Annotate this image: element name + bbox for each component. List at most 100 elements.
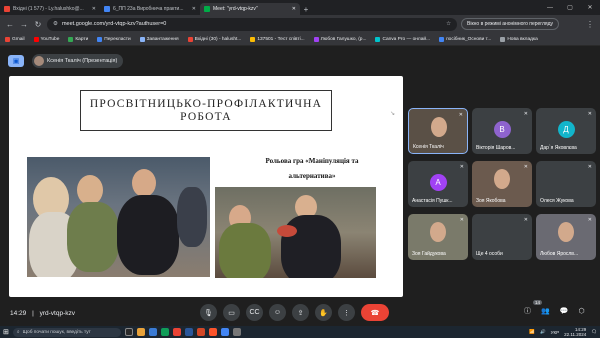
clock[interactable]: 14:29 22.11.2024 xyxy=(564,327,586,337)
present-button[interactable]: ⇪ xyxy=(292,304,309,321)
slide-title: ПРОСВІТНИЦЬКО-ПРОФІЛАКТИЧНА РОБОТА xyxy=(80,90,332,131)
participant-tile[interactable]: В ✕ Вікторія Шаров... xyxy=(472,108,532,154)
mic-muted-icon: ✕ xyxy=(523,111,528,117)
network-icon[interactable]: 📶 xyxy=(529,329,535,335)
raise-hand-button[interactable]: ✋ xyxy=(315,304,332,321)
url-text: meet.google.com/yrd-vtqp-kzv?authuser=0 xyxy=(61,21,167,27)
bookmark-item[interactable]: Карти xyxy=(68,36,88,42)
more-options-button[interactable]: ⋮ xyxy=(338,304,355,321)
back-icon[interactable]: ← xyxy=(5,19,15,29)
bookmark-item[interactable]: Завантаження xyxy=(139,36,179,42)
docs-icon xyxy=(104,6,110,12)
bookmark-item[interactable]: Перекласти xyxy=(97,36,131,42)
avatar: Д xyxy=(557,121,575,138)
tab-label: 6_ПП 23а Виробнича практи... xyxy=(113,6,184,12)
word-icon[interactable] xyxy=(184,328,193,336)
maximize-icon[interactable]: ▢ xyxy=(560,0,580,15)
meet-icon xyxy=(204,6,210,12)
participant-tile[interactable]: ✕ Зоя Гайдукова xyxy=(408,214,468,260)
brave-icon[interactable] xyxy=(208,328,217,336)
participant-name: Олеся Жукова xyxy=(540,198,574,204)
mic-muted-icon: ✕ xyxy=(523,164,528,170)
presentation-icon[interactable]: ▣ xyxy=(8,55,24,67)
menu-icon[interactable]: ⋮ xyxy=(585,19,595,29)
minimize-icon[interactable]: — xyxy=(540,0,560,15)
participant-tile[interactable]: А ✕ Анастасія Пушк... xyxy=(408,161,468,207)
bookmark-star-icon[interactable]: ☆ xyxy=(446,21,451,27)
file-explorer-icon[interactable] xyxy=(136,328,145,336)
participant-tile[interactable]: ✕ Любов Ярослв... xyxy=(536,214,596,260)
close-icon[interactable]: ✕ xyxy=(292,6,296,12)
people-icon[interactable]: 👥 xyxy=(541,307,550,315)
taskbar-search[interactable]: ⌕ Щоб почати пошук, введіть тут xyxy=(12,327,121,337)
close-icon[interactable]: ✕ xyxy=(92,6,96,12)
store-icon[interactable] xyxy=(148,328,157,336)
slide-photo-left xyxy=(27,157,210,277)
bookmark-item[interactable]: Любов Галушко, (р... xyxy=(313,36,366,42)
mail-icon[interactable] xyxy=(172,328,181,336)
bookmark-item[interactable]: Gmail xyxy=(5,36,25,42)
meet-header: ▣ Ксенія Ткаліч (Презентація) xyxy=(0,47,600,75)
language-indicator[interactable]: УКР xyxy=(551,330,559,335)
activities-icon[interactable]: ⬡ xyxy=(578,307,584,315)
incognito-indicator[interactable]: Вікно в режимі анонімного перегляду xyxy=(461,18,560,30)
bookmark-item[interactable]: Вхідні (30) - halusht... xyxy=(187,36,241,42)
presenter-chip[interactable]: Ксенія Ткаліч (Презентація) xyxy=(32,54,124,68)
forward-icon[interactable]: → xyxy=(19,19,29,29)
presentation-slide: ПРОСВІТНИЦЬКО-ПРОФІЛАКТИЧНА РОБОТА Рольо… xyxy=(9,76,403,297)
bookmark-icon xyxy=(97,36,103,42)
close-icon[interactable]: ✕ xyxy=(192,6,196,12)
volume-icon[interactable]: 🔊 xyxy=(540,329,546,335)
chat-icon[interactable]: 💬 xyxy=(560,307,569,315)
more-icon: ⋮ xyxy=(343,309,350,317)
leave-call-button[interactable]: ☎ xyxy=(361,304,389,321)
mic-muted-icon: ✕ xyxy=(523,217,528,223)
bookmark-item[interactable]: Canva Pro — онлай... xyxy=(375,36,430,42)
participant-tile[interactable]: ✕ Ксенія Ткаліч xyxy=(408,108,468,154)
captions-button[interactable]: CC xyxy=(246,304,263,321)
mic-muted-icon: ✕ xyxy=(459,217,464,223)
participant-name: Зоя Гайдукова xyxy=(412,251,446,257)
bookmark-item[interactable]: 137501 - Тест співті... xyxy=(250,36,305,42)
gmail-icon xyxy=(4,6,10,12)
bookmark-icon xyxy=(375,36,381,42)
present-icon: ⇪ xyxy=(297,309,304,317)
windows-start-icon[interactable]: ⊞ xyxy=(3,328,9,336)
participant-name: Зоя Якобова xyxy=(476,198,506,204)
chrome-incognito-icon[interactable] xyxy=(220,328,229,336)
browser-tab-docs[interactable]: 6_ПП 23а Виробнича практи... ✕ xyxy=(100,3,200,15)
bookmark-item[interactable]: YouTube xyxy=(33,36,59,42)
meet-control-bar: 14:29 | yrd-vtqp-kzv 🎙 ▭ CC ☺ ⇪ ✋ ⋮ ☎ 14… xyxy=(0,300,600,326)
mic-muted-icon: ✕ xyxy=(587,111,592,117)
notifications-icon[interactable]: 🗨 xyxy=(591,329,597,335)
browser-tab-gmail[interactable]: Вхідні (1 577) - Ly.halushko@... ✕ xyxy=(0,3,100,15)
close-window-icon[interactable]: ✕ xyxy=(580,0,600,15)
app-icon[interactable] xyxy=(232,328,241,336)
participant-grid: ✕ Ксенія Ткаліч В ✕ Вікторія Шаров... Д ✕ Дар`я… xyxy=(408,108,600,268)
new-tab-button[interactable]: + xyxy=(300,3,312,15)
participant-video xyxy=(430,222,446,242)
bookmark-item[interactable]: посібник_Основи т... xyxy=(439,36,491,42)
info-icon[interactable]: ⓘ xyxy=(524,306,531,316)
cursor-icon: ↘ xyxy=(390,111,396,117)
browser-tab-meet[interactable]: Meet: "yrd-vtqp-kzv" ✕ xyxy=(200,3,300,15)
camera-button[interactable]: ▭ xyxy=(223,304,240,321)
participant-name: Любов Ярослв... xyxy=(540,251,579,257)
participant-tile[interactable]: ✕ Олеся Жукова xyxy=(536,161,596,207)
participant-tile[interactable]: Д ✕ Дар`я Яковлєва xyxy=(536,108,596,154)
site-info-icon[interactable]: ⚙ xyxy=(53,21,58,27)
avatar xyxy=(34,56,44,66)
url-input[interactable]: ⚙ meet.google.com/yrd-vtqp-kzv?authuser=… xyxy=(47,17,457,31)
participant-tile[interactable]: ✕ Зоя Якобова xyxy=(472,161,532,207)
reload-icon[interactable]: ↻ xyxy=(33,19,43,29)
task-view-icon[interactable] xyxy=(124,328,133,336)
call-controls: 🎙 ▭ CC ☺ ⇪ ✋ ⋮ ☎ xyxy=(200,304,389,321)
chrome-icon[interactable] xyxy=(160,328,169,336)
bookmark-item[interactable]: Нова вкладка xyxy=(500,36,538,42)
participant-tile[interactable]: ✕ Ще 4 особи xyxy=(472,214,532,260)
emoji-icon: ☺ xyxy=(273,309,282,316)
emoji-button[interactable]: ☺ xyxy=(269,304,286,321)
powerpoint-icon[interactable] xyxy=(196,328,205,336)
mic-button[interactable]: 🎙 xyxy=(200,304,217,321)
participant-count-badge: 14 xyxy=(533,300,543,305)
